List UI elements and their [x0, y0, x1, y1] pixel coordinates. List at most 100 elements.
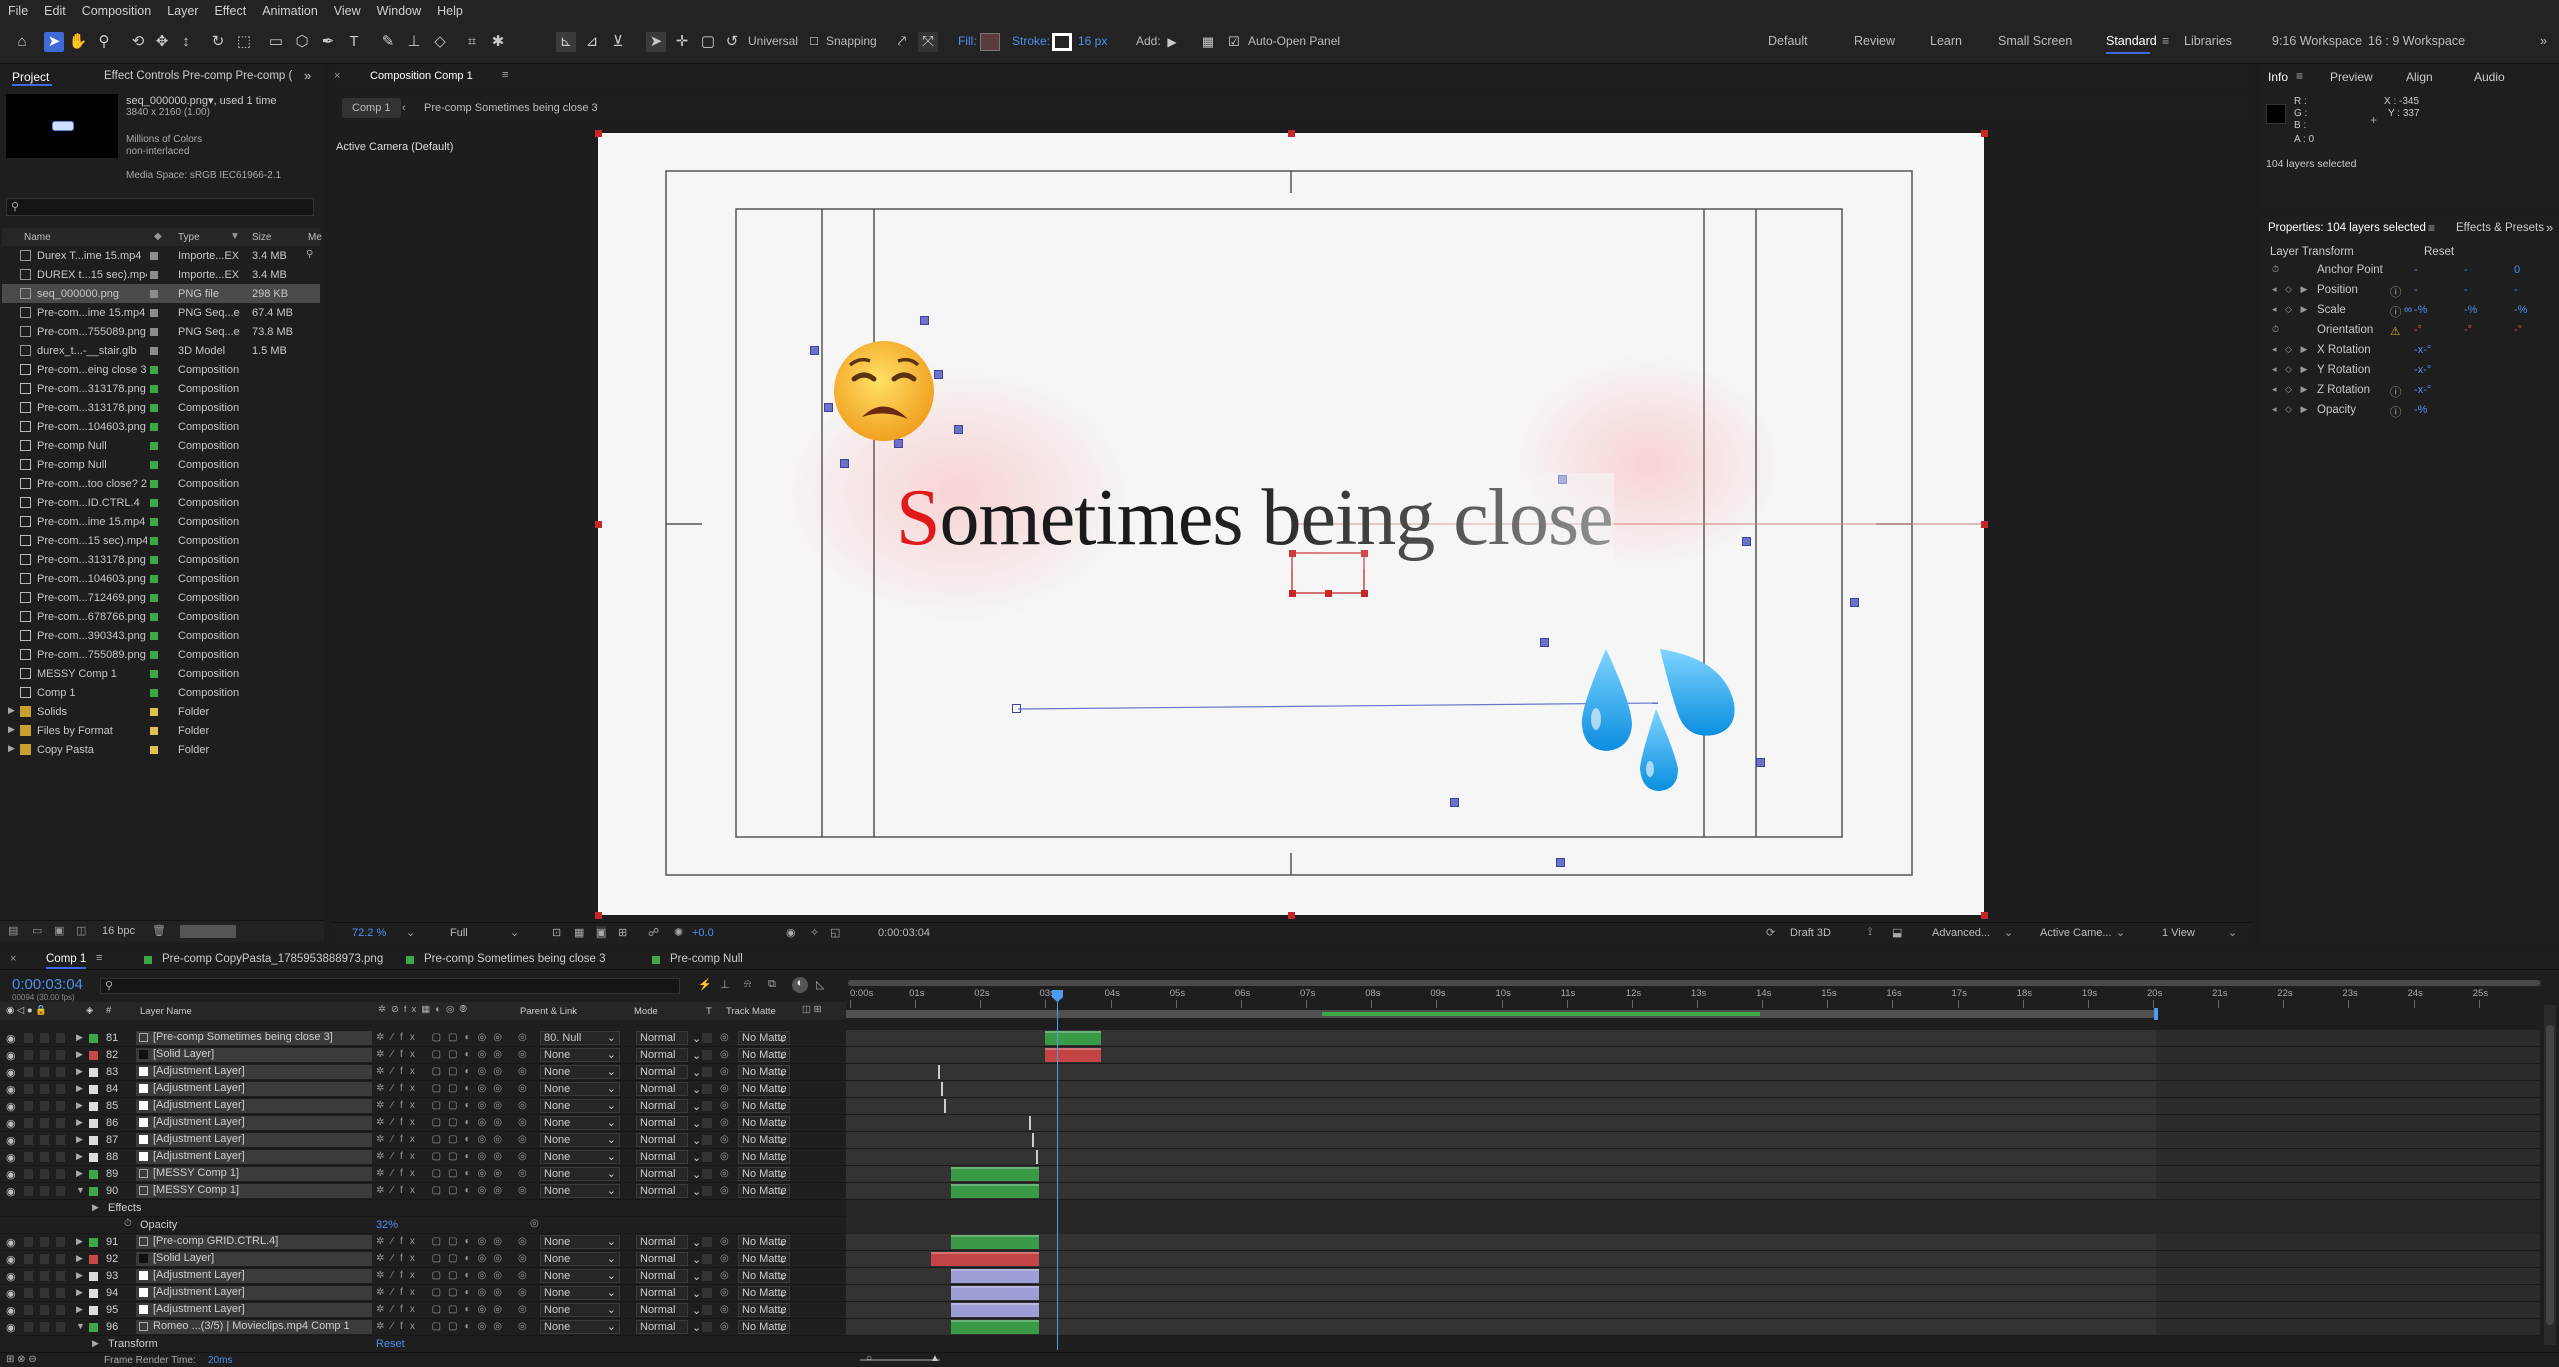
info-menu-icon[interactable]: ≡ — [2296, 69, 2303, 83]
menu-effect[interactable]: Effect — [214, 4, 246, 18]
label-color[interactable] — [150, 366, 158, 374]
timeline-layer-row[interactable]: ◉ ▶ 91 [Pre-comp GRID.CTRL.4] ✲⁄fx ▢▢◐◎◎ ◎ Non… — [0, 1234, 846, 1251]
lock-box[interactable] — [40, 1050, 49, 1060]
home-icon[interactable]: ⌂ — [12, 32, 32, 52]
lock-box[interactable] — [40, 1288, 49, 1298]
matte-pickwhip-icon[interactable]: ◎ — [720, 1083, 729, 1094]
view-axis-icon[interactable]: ⊻ — [608, 32, 628, 52]
timeline-layer-row[interactable]: ◉ ▶ 89 [MESSY Comp 1] ✲⁄fx ▢▢◐◎◎ ◎ None ⌄ Normal… — [0, 1166, 846, 1183]
extended-viewer-icon[interactable]: ⟟ — [1868, 926, 1872, 939]
label-color[interactable] — [150, 651, 158, 659]
matte-pickwhip-icon[interactable]: ◎ — [720, 1032, 729, 1043]
project-item[interactable]: Pre-com...313178.png Composition — [2, 379, 320, 398]
timeline-scrollbar[interactable] — [2544, 1005, 2556, 1345]
visibility-eye-icon[interactable]: ◉ — [6, 1304, 16, 1317]
label-color[interactable] — [150, 689, 158, 697]
project-item[interactable]: Pre-com...ID.CTRL.4 Composition — [2, 493, 320, 512]
anchor-point[interactable] — [1556, 858, 1565, 867]
layer-track[interactable] — [846, 1149, 2540, 1166]
mode-dropdown[interactable]: Normal — [636, 1269, 688, 1283]
fill-swatch[interactable] — [980, 33, 1000, 51]
keyframe-nav-icon[interactable]: ◂ ◇ ▶ — [2272, 304, 2310, 315]
roto-brush-tool-icon[interactable]: ⌗ — [462, 32, 482, 52]
crumb-comp1[interactable]: Comp 1 — [342, 98, 401, 118]
timeline-layer-row[interactable]: ◉ ▶ 94 [Adjustment Layer] ✲⁄fx ▢▢◐◎◎ ◎ None ⌄ No… — [0, 1285, 846, 1302]
pickwhip-icon[interactable]: ◎ — [518, 1236, 527, 1247]
visibility-eye-icon[interactable]: ◉ — [6, 1287, 16, 1300]
visibility-eye-icon[interactable]: ◉ — [6, 1066, 16, 1079]
anchor-point[interactable] — [1756, 758, 1765, 767]
solo-box[interactable] — [24, 1084, 33, 1094]
keyframe-nav-icon[interactable]: ⏱ — [2272, 324, 2282, 335]
layer-duration-bar[interactable] — [1045, 1048, 1101, 1062]
preserve-transparency-box[interactable] — [702, 1322, 712, 1332]
solo-box[interactable] — [24, 1254, 33, 1264]
layer-name[interactable]: [Adjustment Layer] — [136, 1116, 372, 1130]
timeline-tab[interactable]: Pre-comp CopyPasta_1785953888973.png — [162, 953, 383, 965]
properties-tab[interactable]: Properties: 104 layers selected — [2268, 222, 2426, 234]
visibility-eye-icon[interactable]: ◉ — [6, 1134, 16, 1147]
property-value[interactable]: -° — [2464, 324, 2472, 336]
transparency-grid-icon[interactable]: ▦ — [574, 926, 584, 939]
expand-arrow-icon[interactable]: ▶ — [76, 1253, 83, 1264]
layer-label-color[interactable] — [89, 1323, 98, 1332]
label-color[interactable] — [150, 613, 158, 621]
expand-arrow-icon[interactable]: ▶ — [76, 1134, 83, 1145]
preserve-transparency-box[interactable] — [702, 1186, 712, 1196]
panel-menu-icon[interactable]: ≡ — [502, 69, 508, 81]
preserve-transparency-box[interactable] — [702, 1271, 712, 1281]
stroke-width-value[interactable]: 16 px — [1078, 34, 1107, 48]
layer-track[interactable] — [846, 1285, 2540, 1302]
expand-arrow-icon[interactable]: ▼ — [76, 1321, 85, 1331]
layer-label-color[interactable] — [89, 1255, 98, 1264]
timeline-layer-row[interactable]: ◉ ▶ 81 [Pre-comp Sometimes being close 3] ✲⁄… — [0, 1030, 846, 1047]
preserve-transparency-box[interactable] — [702, 1152, 712, 1162]
workspace-5[interactable]: Libraries — [2184, 34, 2232, 48]
layer-label-color[interactable] — [89, 1085, 98, 1094]
matte-column[interactable]: Track Matte — [726, 1006, 776, 1017]
matte-pickwhip-icon[interactable]: ◎ — [720, 1168, 729, 1179]
label-color[interactable] — [150, 575, 158, 583]
property-value[interactable]: -% — [2464, 304, 2477, 316]
visibility-eye-icon[interactable]: ◉ — [6, 1083, 16, 1096]
property-value[interactable]: - — [2414, 264, 2418, 276]
expand-arrow-icon[interactable]: ▶ — [76, 1168, 83, 1179]
snapshot-icon[interactable]: ◉ — [786, 926, 796, 939]
label-color[interactable] — [150, 499, 158, 507]
mode-dropdown[interactable]: Normal — [636, 1235, 688, 1249]
zoom-slider-knob[interactable]: ○ — [866, 1353, 872, 1364]
exposure-icon[interactable]: ✺ — [674, 926, 683, 939]
pickwhip-icon[interactable]: ◎ — [518, 1253, 527, 1264]
timeline-layer-row[interactable]: ◉ ▶ 85 [Adjustment Layer] ✲⁄fx ▢▢◐◎◎ ◎ None ⌄ No… — [0, 1098, 846, 1115]
zoom-in-icon[interactable]: ▲ — [930, 1353, 940, 1364]
property-value[interactable]: -x-° — [2414, 384, 2431, 396]
layer-label-color[interactable] — [89, 1119, 98, 1128]
project-item[interactable]: Pre-com...755089.png Composition — [2, 645, 320, 664]
selection-tool-icon[interactable]: ➤ — [44, 32, 64, 52]
expand-arrow-icon[interactable]: ▶ — [76, 1032, 83, 1043]
layer-duration-bar[interactable] — [941, 1082, 944, 1096]
layer-track[interactable] — [846, 1268, 2540, 1285]
menu-layer[interactable]: Layer — [167, 4, 198, 18]
stopwatch-icon[interactable]: ⏱ — [124, 1218, 132, 1229]
layer-switches-icons[interactable]: ✲⁄fx ▢▢◐◎◎ — [376, 1253, 509, 1264]
transform-reset-button[interactable]: Reset — [376, 1338, 405, 1350]
opacity-value[interactable]: 32% — [376, 1219, 398, 1231]
pickwhip-icon[interactable]: ◎ — [518, 1134, 527, 1145]
layer-name[interactable]: [MESSY Comp 1] — [136, 1184, 372, 1198]
mode-dropdown[interactable]: Normal — [636, 1133, 688, 1147]
label-color[interactable] — [150, 746, 158, 754]
shy-box[interactable] — [56, 1254, 65, 1264]
audio-tab[interactable]: Audio — [2474, 70, 2505, 84]
handle-tr[interactable] — [1981, 130, 1988, 137]
matte-pickwhip-icon[interactable]: ◎ — [720, 1304, 729, 1315]
handle-tc[interactable] — [1288, 130, 1295, 137]
anchor-point[interactable] — [954, 425, 963, 434]
property-value[interactable]: -% — [2414, 304, 2427, 316]
workspace-menu-icon[interactable]: ≡ — [2162, 34, 2169, 48]
mode-dropdown[interactable]: Normal — [636, 1031, 688, 1045]
layer-name[interactable]: [Adjustment Layer] — [136, 1269, 372, 1283]
properties-menu-icon[interactable]: ≡ — [2428, 221, 2435, 235]
t-column[interactable]: T — [706, 1006, 712, 1017]
layer-track[interactable] — [846, 1115, 2540, 1132]
